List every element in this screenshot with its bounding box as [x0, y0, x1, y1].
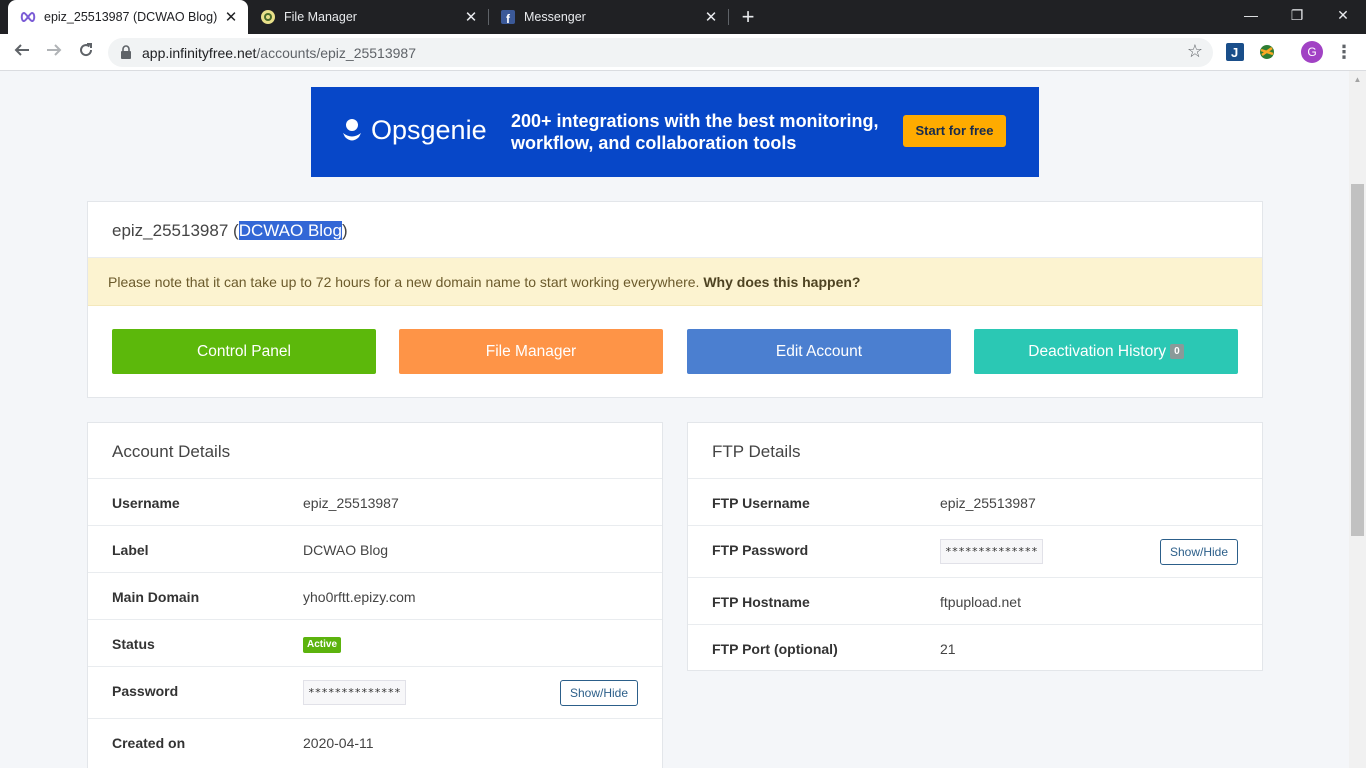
- ad-headline: 200+ integrations with the best monitori…: [511, 110, 881, 154]
- title-close-paren: ): [341, 221, 348, 240]
- tab-title: epiz_25513987 (DCWAO Blog) - I: [44, 10, 220, 24]
- url-path: /accounts/epiz_25513987: [256, 45, 416, 61]
- tab-title: File Manager: [284, 10, 357, 24]
- tab-account[interactable]: epiz_25513987 (DCWAO Blog) - I ✕: [8, 0, 248, 34]
- table-row: Main Domain yho0rftt.epizy.com: [88, 573, 662, 620]
- notice-text-wrapper: Please note that it can take up to 72 ho…: [108, 274, 860, 290]
- lock-icon: [121, 45, 131, 59]
- address-bar[interactable]: app.infinityfree.net/accounts/epiz_25513…: [108, 38, 1213, 67]
- row-key: FTP Username: [712, 495, 810, 511]
- opsgenie-logo: Opsgenie: [341, 115, 487, 146]
- infinityfree-favicon-icon: [20, 9, 36, 25]
- url-text: app.infinityfree.net/accounts/epiz_25513…: [142, 45, 416, 61]
- status-badge: Active: [303, 637, 342, 653]
- tab-messenger[interactable]: f Messenger ✕: [488, 0, 728, 34]
- ad-headline-line1: 200+ integrations with the best monitori…: [511, 111, 879, 131]
- account-label-selected: DCWAO Blog: [238, 221, 342, 240]
- deactivation-history-button[interactable]: Deactivation History 0: [974, 329, 1238, 374]
- reload-icon[interactable]: [72, 38, 100, 66]
- file-manager-button[interactable]: File Manager: [399, 329, 663, 374]
- row-key: FTP Port (optional): [712, 641, 838, 657]
- domain-notice: Please note that it can take up to 72 ho…: [88, 258, 1262, 306]
- account-details-card: Account Details Username epiz_25513987 L…: [87, 422, 663, 768]
- browser-toolbar: app.infinityfree.net/accounts/epiz_25513…: [0, 34, 1366, 71]
- facebook-favicon-icon: f: [500, 9, 516, 25]
- title-open-paren: (: [233, 221, 239, 240]
- file-manager-favicon-icon: [260, 9, 276, 25]
- row-key: Password: [112, 683, 179, 699]
- tab-separator: [728, 9, 729, 25]
- account-card: epiz_25513987 (DCWAO Blog) Please note t…: [87, 201, 1263, 398]
- table-row: FTP Password ************** Show/Hide: [688, 526, 1262, 578]
- table-row: FTP Hostname ftpupload.net: [688, 578, 1262, 625]
- row-key: Username: [112, 495, 180, 511]
- close-tab-icon[interactable]: ✕: [700, 8, 722, 26]
- ftp-details-title: FTP Details: [712, 442, 801, 461]
- ftp-details-header: FTP Details: [688, 423, 1262, 479]
- row-key: Label: [112, 542, 149, 558]
- row-key: FTP Hostname: [712, 594, 810, 610]
- account-details-header: Account Details: [88, 423, 662, 479]
- row-value: epiz_25513987: [940, 495, 1036, 511]
- table-row: Label DCWAO Blog: [88, 526, 662, 573]
- row-key: Status: [112, 636, 155, 652]
- ftp-password-field: **************: [940, 539, 1043, 564]
- browser-tab-strip: epiz_25513987 (DCWAO Blog) - I ✕ File Ma…: [0, 0, 1366, 34]
- new-tab-plus-icon[interactable]: +: [736, 4, 760, 30]
- notice-text: Please note that it can take up to 72 ho…: [108, 274, 700, 290]
- table-row: Username epiz_25513987: [88, 479, 662, 526]
- deactivation-history-label: Deactivation History: [1028, 343, 1167, 360]
- control-panel-button[interactable]: Control Panel: [112, 329, 376, 374]
- show-hide-password-button[interactable]: Show/Hide: [560, 680, 638, 706]
- ad-start-for-free-button[interactable]: Start for free: [903, 115, 1006, 147]
- account-details-title: Account Details: [112, 442, 231, 461]
- svg-text:J: J: [1231, 45, 1238, 60]
- bookmark-star-icon[interactable]: ☆: [1187, 41, 1203, 62]
- ad-headline-line2: workflow, and collaboration tools: [511, 133, 797, 153]
- ad-banner[interactable]: Opsgenie 200+ integrations with the best…: [311, 87, 1039, 177]
- back-arrow-icon[interactable]: [8, 38, 36, 66]
- password-field: **************: [303, 680, 406, 705]
- row-value: ftpupload.net: [940, 594, 1021, 610]
- ftp-details-card: FTP Details FTP Username epiz_25513987 F…: [687, 422, 1263, 671]
- table-row: Password ************** Show/Hide: [88, 667, 662, 719]
- opsgenie-logo-icon: [343, 118, 361, 140]
- tab-title: Messenger: [524, 10, 586, 24]
- scrollbar-thumb[interactable]: [1351, 184, 1364, 536]
- row-value: 2020-04-11: [303, 735, 374, 751]
- minimize-icon[interactable]: —: [1228, 0, 1274, 30]
- tab-file-manager[interactable]: File Manager ✕: [248, 0, 488, 34]
- row-value: yho0rftt.epizy.com: [303, 589, 416, 605]
- profile-avatar[interactable]: G: [1301, 41, 1323, 63]
- table-row: Created on 2020-04-11: [88, 719, 662, 766]
- show-hide-ftp-password-button[interactable]: Show/Hide: [1160, 539, 1238, 565]
- table-row: Status Active: [88, 620, 662, 667]
- url-host: app.infinityfree.net: [142, 45, 257, 61]
- page-title: epiz_25513987 (DCWAO Blog): [112, 221, 348, 241]
- row-value: DCWAO Blog: [303, 542, 389, 558]
- forward-arrow-icon[interactable]: [40, 38, 68, 66]
- table-row: FTP Username epiz_25513987: [688, 479, 1262, 526]
- close-tab-icon[interactable]: ✕: [460, 8, 482, 26]
- row-value: epiz_25513987: [303, 495, 399, 511]
- menu-kebab-icon[interactable]: ⋮: [1334, 41, 1354, 63]
- deactivation-count-badge: 0: [1170, 344, 1184, 359]
- scroll-up-arrow-icon[interactable]: ▲: [1349, 71, 1366, 88]
- extension-j-icon[interactable]: J: [1226, 43, 1244, 61]
- why-does-this-happen-link[interactable]: Why does this happen?: [703, 274, 860, 290]
- table-row: FTP Port (optional) 21: [688, 625, 1262, 672]
- close-window-icon[interactable]: ✕: [1320, 0, 1366, 30]
- edit-account-button[interactable]: Edit Account: [687, 329, 951, 374]
- row-key: Created on: [112, 735, 186, 751]
- close-tab-icon[interactable]: ✕: [220, 8, 242, 26]
- row-value: 21: [940, 641, 956, 657]
- account-card-header: epiz_25513987 (DCWAO Blog): [88, 202, 1262, 258]
- ad-brand-name: Opsgenie: [371, 115, 487, 145]
- account-username: epiz_25513987: [112, 221, 229, 240]
- row-key: FTP Password: [712, 542, 809, 558]
- restore-icon[interactable]: ❐: [1274, 0, 1320, 30]
- row-key: Main Domain: [112, 589, 200, 605]
- extension-globe-icon[interactable]: [1258, 43, 1276, 61]
